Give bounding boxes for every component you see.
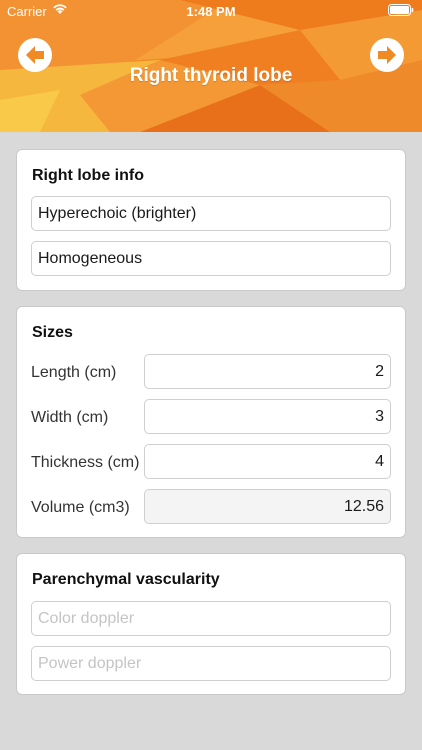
sizes-title: Sizes (32, 324, 73, 341)
thickness-label: Thickness (cm) (31, 454, 140, 471)
right-lobe-info-card: Right lobe info (16, 149, 406, 291)
vascularity-card: Parenchymal vascularity (16, 553, 406, 695)
arrow-right-icon (378, 46, 396, 64)
right-lobe-info-title: Right lobe info (32, 167, 144, 184)
thickness-field[interactable] (144, 444, 391, 479)
color-doppler-field[interactable] (31, 601, 391, 636)
arrow-left-icon (26, 46, 44, 64)
length-label: Length (cm) (31, 364, 117, 381)
vascularity-title: Parenchymal vascularity (32, 571, 220, 588)
sizes-card: Sizes Length (cm) Width (cm) Thickness (… (16, 306, 406, 538)
volume-label: Volume (cm3) (31, 499, 130, 516)
page-title: Right thyroid lobe (129, 65, 293, 86)
battery-icon (388, 4, 414, 16)
header: Carrier 1:48 PM Right thyroid lobe (0, 0, 422, 132)
volume-field (144, 489, 391, 524)
power-doppler-field[interactable] (31, 646, 391, 681)
status-time: 1:48 PM (186, 4, 236, 19)
back-button[interactable] (18, 38, 52, 72)
echogenicity-field[interactable] (31, 196, 391, 231)
width-field[interactable] (144, 399, 391, 434)
length-field[interactable] (144, 354, 391, 389)
forward-button[interactable] (370, 38, 404, 72)
width-label: Width (cm) (31, 409, 109, 426)
echotexture-field[interactable] (31, 241, 391, 276)
status-bar: Carrier 1:48 PM (0, 0, 422, 22)
